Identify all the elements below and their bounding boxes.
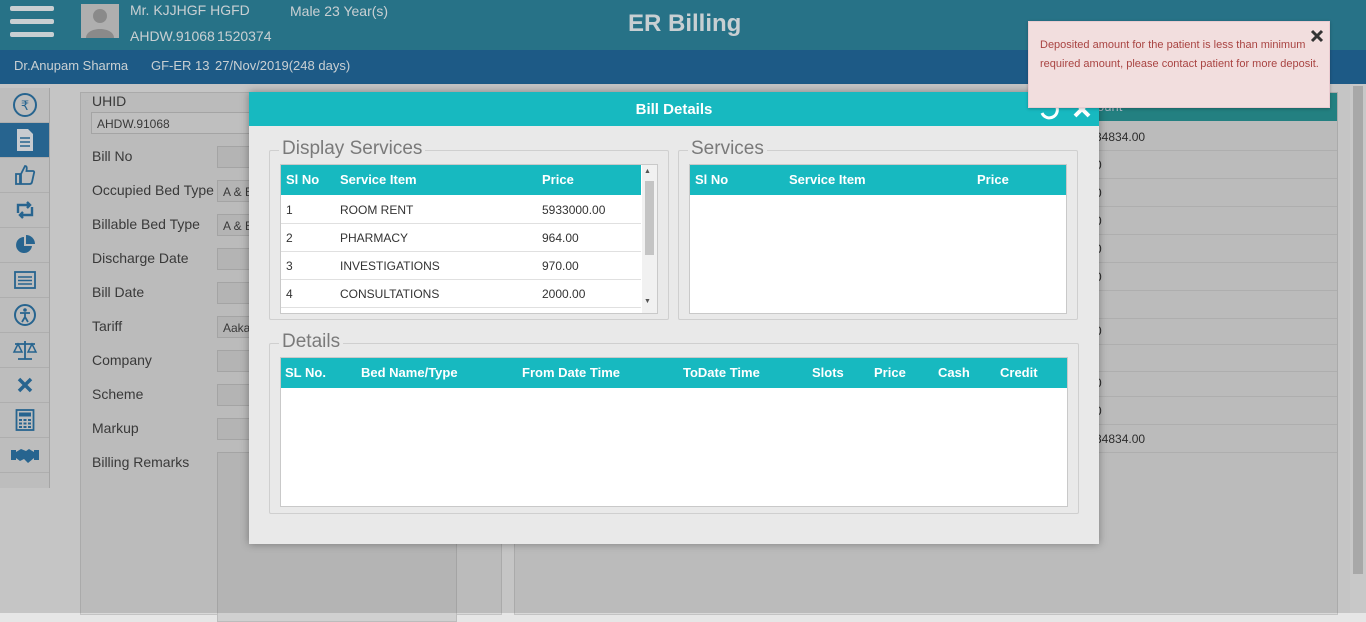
toast-message: Deposited amount for the patient is less… [1040, 39, 1319, 70]
col-cash: Cash [938, 365, 970, 380]
col-service-item: Service Item [789, 172, 866, 187]
table-row[interactable]: 4 CONSULTATIONS 2000.00 [281, 279, 641, 308]
col-price: Price [874, 365, 906, 380]
display-services-header: Sl No Service Item Price [281, 165, 641, 195]
table-row[interactable]: 2 PHARMACY 964.00 [281, 223, 641, 252]
col-sl-no: Sl No [695, 172, 729, 187]
col-bed-name-type: Bed Name/Type [361, 365, 458, 380]
table-scrollbar[interactable]: ▲ ▼ [642, 165, 657, 313]
col-price: Price [977, 172, 1009, 187]
details-table: SL No. Bed Name/Type From Date Time ToDa… [280, 357, 1068, 507]
close-icon[interactable] [1310, 29, 1324, 48]
col-sl-no: Sl No [286, 172, 320, 187]
col-price: Price [542, 172, 574, 187]
display-services-legend: Display Services [279, 138, 426, 160]
table-row[interactable]: 1 ROOM RENT 5933000.00 [281, 195, 641, 224]
modal-header: Bill Details [249, 92, 1099, 126]
col-sl-no: SL No. [285, 365, 326, 380]
col-todate-time: ToDate Time [683, 365, 760, 380]
services-legend: Services [688, 138, 767, 160]
col-credit: Credit [1000, 365, 1038, 380]
deposit-warning-toast: Deposited amount for the patient is less… [1028, 21, 1330, 108]
details-legend: Details [279, 331, 344, 353]
col-slots: Slots [812, 365, 844, 380]
display-services-table: Sl No Service Item Price 1 ROOM RENT 593… [280, 164, 658, 314]
col-from-date-time: From Date Time [522, 365, 621, 380]
details-header: SL No. Bed Name/Type From Date Time ToDa… [281, 358, 1067, 388]
modal-title: Bill Details [635, 100, 713, 118]
services-table: Sl No Service Item Price [689, 164, 1067, 314]
services-header: Sl No Service Item Price [690, 165, 1066, 195]
col-service-item: Service Item [340, 172, 417, 187]
table-row[interactable]: 3 INVESTIGATIONS 970.00 [281, 251, 641, 280]
bill-details-modal: Bill Details Display Services Sl No Serv… [249, 92, 1099, 544]
